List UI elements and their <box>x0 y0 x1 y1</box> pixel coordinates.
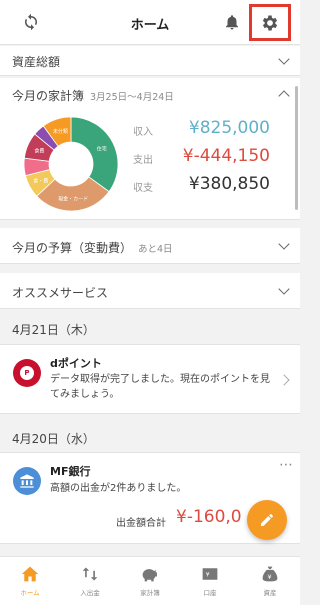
income-value: ¥825,000 <box>188 118 270 138</box>
budget-book-period: 3月25日〜4月24日 <box>90 92 174 103</box>
feed-date: 4月20日（水） <box>12 432 95 446</box>
tab-label: 入出金 <box>80 589 100 597</box>
bell-icon[interactable] <box>221 11 243 33</box>
bottom-tab-bar: ホーム 入出金 家計簿 ¥ 口座 ¥ 資産 <box>0 556 300 605</box>
income-label: 収入 <box>133 127 153 138</box>
tab-transactions[interactable]: 入出金 <box>60 557 120 605</box>
recommended-services-label: オススメサービス <box>12 286 109 300</box>
tab-label: 資産 <box>263 589 277 597</box>
monthly-budget-label: 今月の予算（変動費） <box>12 241 133 255</box>
tab-label: 家計簿 <box>140 589 160 597</box>
donut-slice[interactable] <box>70 116 119 193</box>
budget-book-card[interactable]: 今月の家計簿 3月25日〜4月24日 住宅現金・カード 食・費 食費 未分類 収入 ¥8… <box>0 78 300 220</box>
donut-slice-label: 未分類 <box>53 128 68 135</box>
monthly-budget-remaining: あと4日 <box>138 244 173 255</box>
wallet-icon: ¥ <box>202 568 218 580</box>
donut-slice-label: 食費 <box>34 147 44 154</box>
assets-overview-label: 資産総額 <box>12 55 61 69</box>
balance-value: ¥380,850 <box>188 174 270 194</box>
edit-fab-button[interactable] <box>247 500 287 540</box>
expense-value: ¥-444,150 <box>182 146 270 166</box>
bank-icon <box>13 467 41 495</box>
card-message: データ取得が完了しました。現在のポイントを見てみましょう。 <box>50 374 270 400</box>
chevron-up-icon[interactable] <box>278 90 290 102</box>
recommended-services-row[interactable]: オススメサービス <box>0 273 300 309</box>
expense-donut-chart[interactable]: 住宅現金・カード 食・費 食費 未分類 <box>21 114 121 214</box>
tab-accounts[interactable]: ¥ 口座 <box>180 557 240 605</box>
withdrawal-total-value: ¥-160,0 <box>176 507 242 527</box>
money-bag-icon: ¥ <box>262 566 278 582</box>
chevron-down-icon <box>278 53 290 65</box>
card-title: MF銀行 <box>50 465 91 478</box>
pencil-icon <box>261 513 273 526</box>
budget-book-label: 今月の家計簿 <box>12 89 85 103</box>
chevron-down-icon <box>278 283 290 295</box>
card-message: 高額の出金が2件ありました。 <box>50 483 187 494</box>
dpoint-notification-card[interactable]: P dポイント データ取得が完了しました。現在のポイントを見てみましょう。 <box>0 344 300 414</box>
chevron-down-icon <box>278 238 290 250</box>
tab-assets[interactable]: ¥ 資産 <box>240 557 300 605</box>
settings-button[interactable] <box>249 4 291 41</box>
tab-household-book[interactable]: 家計簿 <box>120 557 180 605</box>
app-header: ホーム <box>0 0 300 45</box>
assets-overview-row[interactable]: 資産総額 <box>0 46 300 76</box>
piggy-bank-icon <box>142 569 157 582</box>
scrollbar[interactable] <box>295 86 298 210</box>
donut-slice-label: 食・費 <box>33 178 48 185</box>
tab-label: 口座 <box>203 589 217 597</box>
monthly-budget-row[interactable]: 今月の予算（変動費） あと4日 <box>0 228 300 264</box>
expense-label: 支出 <box>133 155 153 166</box>
transfer-arrows-icon <box>82 567 98 581</box>
home-icon <box>21 566 39 582</box>
donut-slice-label: 住宅 <box>97 145 107 152</box>
balance-label: 収支 <box>133 183 153 194</box>
feed-date: 4月21日（木） <box>12 323 95 337</box>
svg-text:¥: ¥ <box>268 573 272 581</box>
card-title: dポイント <box>50 357 102 370</box>
chevron-right-icon <box>278 374 290 386</box>
donut-slice-label: 現金・カード <box>58 195 88 202</box>
dpoint-logo: P <box>13 359 41 387</box>
tab-home[interactable]: ホーム <box>0 557 60 605</box>
withdrawal-total-label: 出金額合計 <box>116 518 166 529</box>
tab-label: ホーム <box>20 589 40 597</box>
svg-text:¥: ¥ <box>206 572 210 578</box>
more-options-icon[interactable]: ⋯ <box>279 457 293 473</box>
gear-icon <box>262 15 278 30</box>
